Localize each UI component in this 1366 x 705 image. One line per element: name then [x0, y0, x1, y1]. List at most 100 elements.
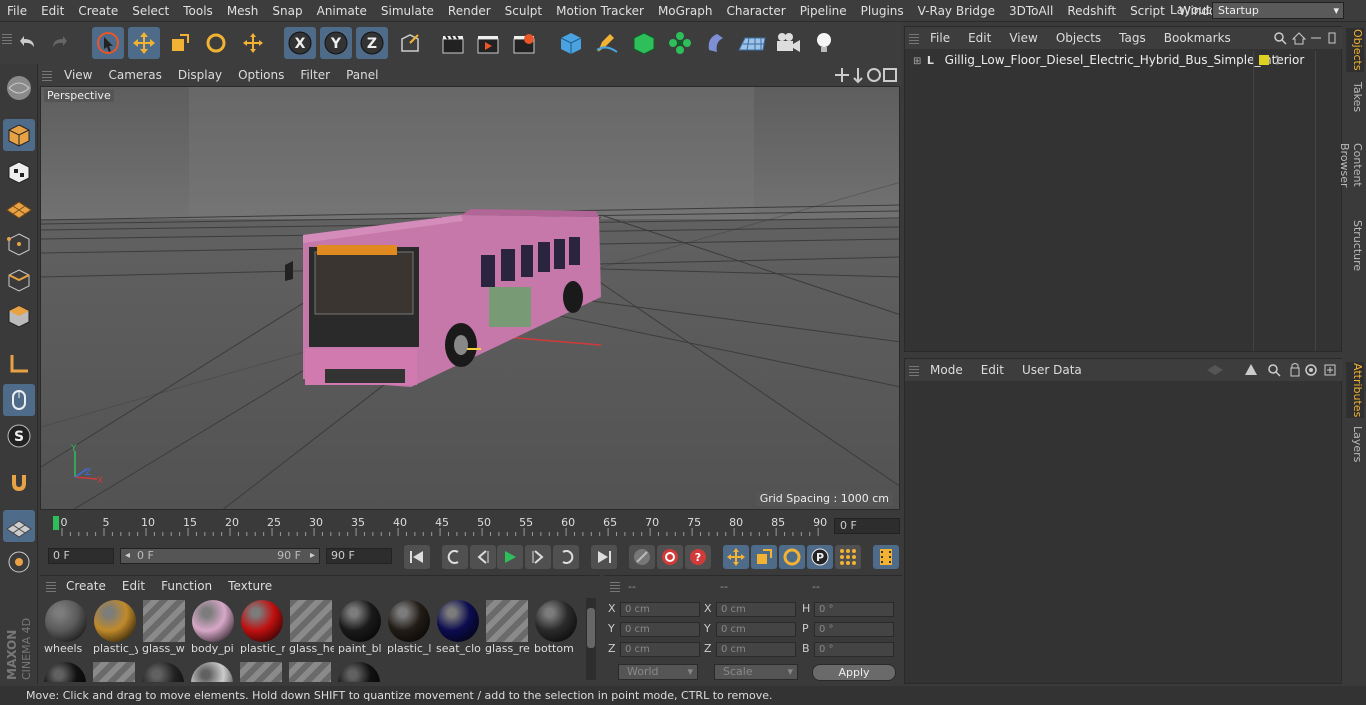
axis-mode-button[interactable]	[3, 348, 35, 380]
tab-takes[interactable]: Takes	[1346, 80, 1364, 114]
model-mode-button[interactable]	[3, 119, 35, 151]
render-settings-button[interactable]	[508, 27, 540, 59]
tab-objects[interactable]: Objects	[1346, 28, 1364, 72]
tweak-mode-button[interactable]	[3, 384, 35, 416]
material-swatch-partial[interactable]	[191, 662, 233, 682]
key-parameter-button[interactable]: P	[807, 545, 833, 569]
sphere-snap-button[interactable]	[3, 546, 35, 578]
tab-attributes[interactable]: Attributes	[1346, 362, 1364, 418]
viewport-menu-panel[interactable]: Panel	[338, 68, 386, 82]
tab-structure[interactable]: Structure	[1346, 220, 1364, 271]
menu-create[interactable]: Create	[71, 4, 125, 18]
material-swatch-partial[interactable]	[44, 662, 86, 682]
redo-button[interactable]	[45, 27, 77, 59]
size-mode-select[interactable]: Scale ▾	[714, 664, 798, 680]
tab-layers[interactable]: Layers	[1346, 424, 1364, 464]
menu-mograph[interactable]: MoGraph	[651, 4, 720, 18]
expand-icon[interactable]: ⊞	[913, 53, 923, 71]
key-rotation-button[interactable]	[779, 545, 805, 569]
timeline-playhead[interactable]	[53, 516, 59, 530]
menu-select[interactable]: Select	[125, 4, 176, 18]
material-menu-texture[interactable]: Texture	[220, 579, 280, 593]
menu-pipeline[interactable]: Pipeline	[793, 4, 854, 18]
position-field[interactable]: 0 cm	[620, 602, 700, 617]
menu-motion-tracker[interactable]: Motion Tracker	[549, 4, 651, 18]
object-menu-bookmarks[interactable]: Bookmarks	[1155, 31, 1240, 45]
key-position-button[interactable]	[723, 545, 749, 569]
grid-lock-button[interactable]	[3, 510, 35, 542]
move-tool-button[interactable]	[128, 27, 160, 59]
pen-spline-button[interactable]	[591, 27, 623, 59]
play-button[interactable]	[497, 545, 523, 569]
menu-snap[interactable]: Snap	[265, 4, 309, 18]
material-swatch[interactable]: body_pi	[191, 600, 236, 658]
size-field[interactable]: 0 cm	[716, 602, 796, 617]
menu-animate[interactable]: Animate	[310, 4, 374, 18]
menu-render[interactable]: Render	[441, 4, 498, 18]
x-axis-button[interactable]: X	[284, 27, 316, 59]
y-axis-button[interactable]: Y	[320, 27, 352, 59]
material-swatch[interactable]: wheels	[44, 600, 89, 658]
keyframe-selection-button[interactable]	[629, 545, 655, 569]
render-view-button[interactable]	[437, 27, 469, 59]
record-button[interactable]	[657, 545, 683, 569]
start-frame-field[interactable]: 0 F	[48, 548, 114, 564]
menu-edit[interactable]: Edit	[34, 4, 71, 18]
key-scale-button[interactable]	[751, 545, 777, 569]
scale-tool-button[interactable]	[164, 27, 196, 59]
material-swatch[interactable]: plastic_r	[240, 600, 285, 658]
attribute-menu-user-data[interactable]: User Data	[1013, 363, 1091, 377]
size-field[interactable]: 0 cm	[716, 642, 796, 657]
rotation-field[interactable]: 0 °	[814, 642, 894, 657]
deformer-button[interactable]	[700, 27, 732, 59]
preview-range-slider[interactable]: ◂ 0 F 90 F ▸	[120, 548, 320, 564]
perspective-viewport[interactable]: Y Z X Perspective Grid Spacing : 1000 cm	[40, 86, 900, 510]
go-to-end-button[interactable]	[591, 545, 617, 569]
cube-object-button[interactable]	[555, 27, 587, 59]
go-to-start-button[interactable]	[404, 545, 430, 569]
viewport-menu-view[interactable]: View	[56, 68, 100, 82]
timeline-window-button[interactable]	[873, 545, 899, 569]
menu-file[interactable]: File	[0, 4, 34, 18]
viewport-menu-filter[interactable]: Filter	[292, 68, 338, 82]
material-swatch[interactable]: paint_bl	[338, 600, 383, 658]
rotation-field[interactable]: 0 °	[814, 622, 894, 637]
object-menu-objects[interactable]: Objects	[1047, 31, 1110, 45]
snapping-button[interactable]	[3, 466, 35, 498]
material-swatch-partial[interactable]	[289, 662, 331, 682]
workplane-mode-button[interactable]	[3, 192, 35, 224]
key-pla-button[interactable]	[835, 545, 861, 569]
attribute-menu-mode[interactable]: Mode	[921, 363, 972, 377]
material-menu-edit[interactable]: Edit	[114, 579, 153, 593]
recent-tool-button[interactable]	[237, 27, 269, 59]
floor-button[interactable]	[736, 27, 768, 59]
rotate-tool-button[interactable]	[200, 27, 232, 59]
layout-select[interactable]: Startup	[1212, 2, 1344, 19]
menu-simulate[interactable]: Simulate	[374, 4, 441, 18]
material-scrollbar[interactable]	[586, 598, 596, 680]
menu-tools[interactable]: Tools	[176, 4, 220, 18]
material-swatch[interactable]: seat_clo	[436, 600, 481, 658]
previous-key-button[interactable]	[442, 545, 468, 569]
menu-character[interactable]: Character	[719, 4, 792, 18]
material-scrollbar-thumb[interactable]	[587, 608, 595, 648]
attribute-menu-edit[interactable]: Edit	[972, 363, 1013, 377]
size-field[interactable]: 0 cm	[716, 622, 796, 637]
coordinate-space-select[interactable]: World ▾	[618, 664, 698, 680]
object-menu-view[interactable]: View	[1000, 31, 1046, 45]
material-swatch[interactable]: glass_re	[485, 600, 530, 658]
texture-mode-button[interactable]	[3, 156, 35, 188]
light-button[interactable]	[808, 27, 840, 59]
viewport-menu-display[interactable]: Display	[170, 68, 230, 82]
material-swatch-partial[interactable]	[240, 662, 282, 682]
menu-plugins[interactable]: Plugins	[854, 4, 911, 18]
autokey-button[interactable]: ?	[685, 545, 711, 569]
position-field[interactable]: 0 cm	[620, 622, 700, 637]
material-swatch[interactable]: glass_w	[142, 600, 187, 658]
tab-content-browser[interactable]: Content Browser	[1338, 122, 1364, 208]
current-frame-field[interactable]: 0 F	[834, 518, 900, 534]
apply-button[interactable]: Apply	[812, 664, 896, 681]
menu-v-ray-bridge[interactable]: V-Ray Bridge	[911, 4, 1002, 18]
object-menu-file[interactable]: File	[921, 31, 959, 45]
material-menu-create[interactable]: Create	[58, 579, 114, 593]
